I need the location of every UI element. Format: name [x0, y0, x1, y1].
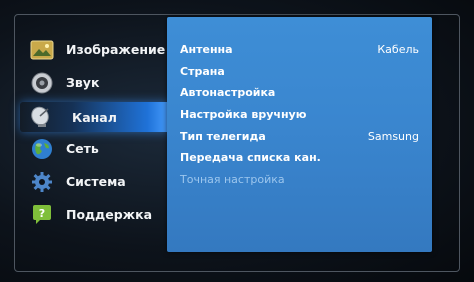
- sidebar-item-label: Изображение: [66, 42, 166, 57]
- picture-icon: [29, 38, 55, 62]
- sidebar-item-sound[interactable]: Звук: [20, 66, 170, 99]
- sidebar-item-support[interactable]: ? Поддержка: [20, 198, 170, 231]
- sidebar-item-label: Сеть: [66, 141, 99, 156]
- svg-text:?: ?: [39, 207, 45, 220]
- menu-item-value: Samsung: [367, 129, 419, 143]
- menu-item-label: Передача списка кан.: [180, 151, 321, 165]
- globe-icon: [29, 137, 55, 161]
- menu-item-label: Тип телегида: [180, 129, 266, 143]
- channel-menu: Антенна Кабель Страна Автонастройка Наст…: [180, 39, 419, 190]
- sidebar-item-label: Поддержка: [66, 207, 153, 222]
- sidebar-item-label: Система: [66, 174, 126, 189]
- help-icon: ?: [29, 203, 55, 227]
- menu-item-manual-tuning[interactable]: Настройка вручную: [180, 104, 419, 126]
- menu-item-country[interactable]: Страна: [180, 61, 419, 83]
- menu-item-fine-tuning: Точная настройка: [180, 169, 419, 191]
- menu-item-label: Автонастройка: [180, 86, 276, 100]
- sidebar-item-label: Звук: [66, 75, 100, 90]
- menu-item-antenna[interactable]: Антенна Кабель: [180, 39, 419, 61]
- sidebar-item-channel[interactable]: Канал: [20, 102, 170, 132]
- menu-item-guide-type[interactable]: Тип телегида Samsung: [180, 125, 419, 147]
- menu-item-label: Страна: [180, 64, 225, 78]
- sidebar-item-label: Канал: [72, 109, 117, 125]
- sidebar-item-system[interactable]: Система: [20, 165, 170, 198]
- menu-item-value: Кабель: [377, 43, 419, 57]
- menu-item-label: Настройка вручную: [180, 108, 307, 122]
- menu-item-auto-tuning[interactable]: Автонастройка: [180, 82, 419, 104]
- speaker-icon: [29, 71, 55, 95]
- menu-item-label: Антенна: [180, 43, 233, 57]
- main-menu-sidebar: Изображение Звук Канал Сеть Система ? По…: [20, 33, 170, 231]
- menu-item-label: Точная настройка: [180, 172, 285, 186]
- sidebar-item-picture[interactable]: Изображение: [20, 33, 170, 66]
- satellite-dish-icon: [29, 105, 55, 129]
- menu-item-channel-list-transfer[interactable]: Передача списка кан.: [180, 147, 419, 169]
- channel-settings-panel: Антенна Кабель Страна Автонастройка Наст…: [167, 17, 432, 252]
- sidebar-item-network[interactable]: Сеть: [20, 132, 170, 165]
- gear-icon: [29, 170, 55, 194]
